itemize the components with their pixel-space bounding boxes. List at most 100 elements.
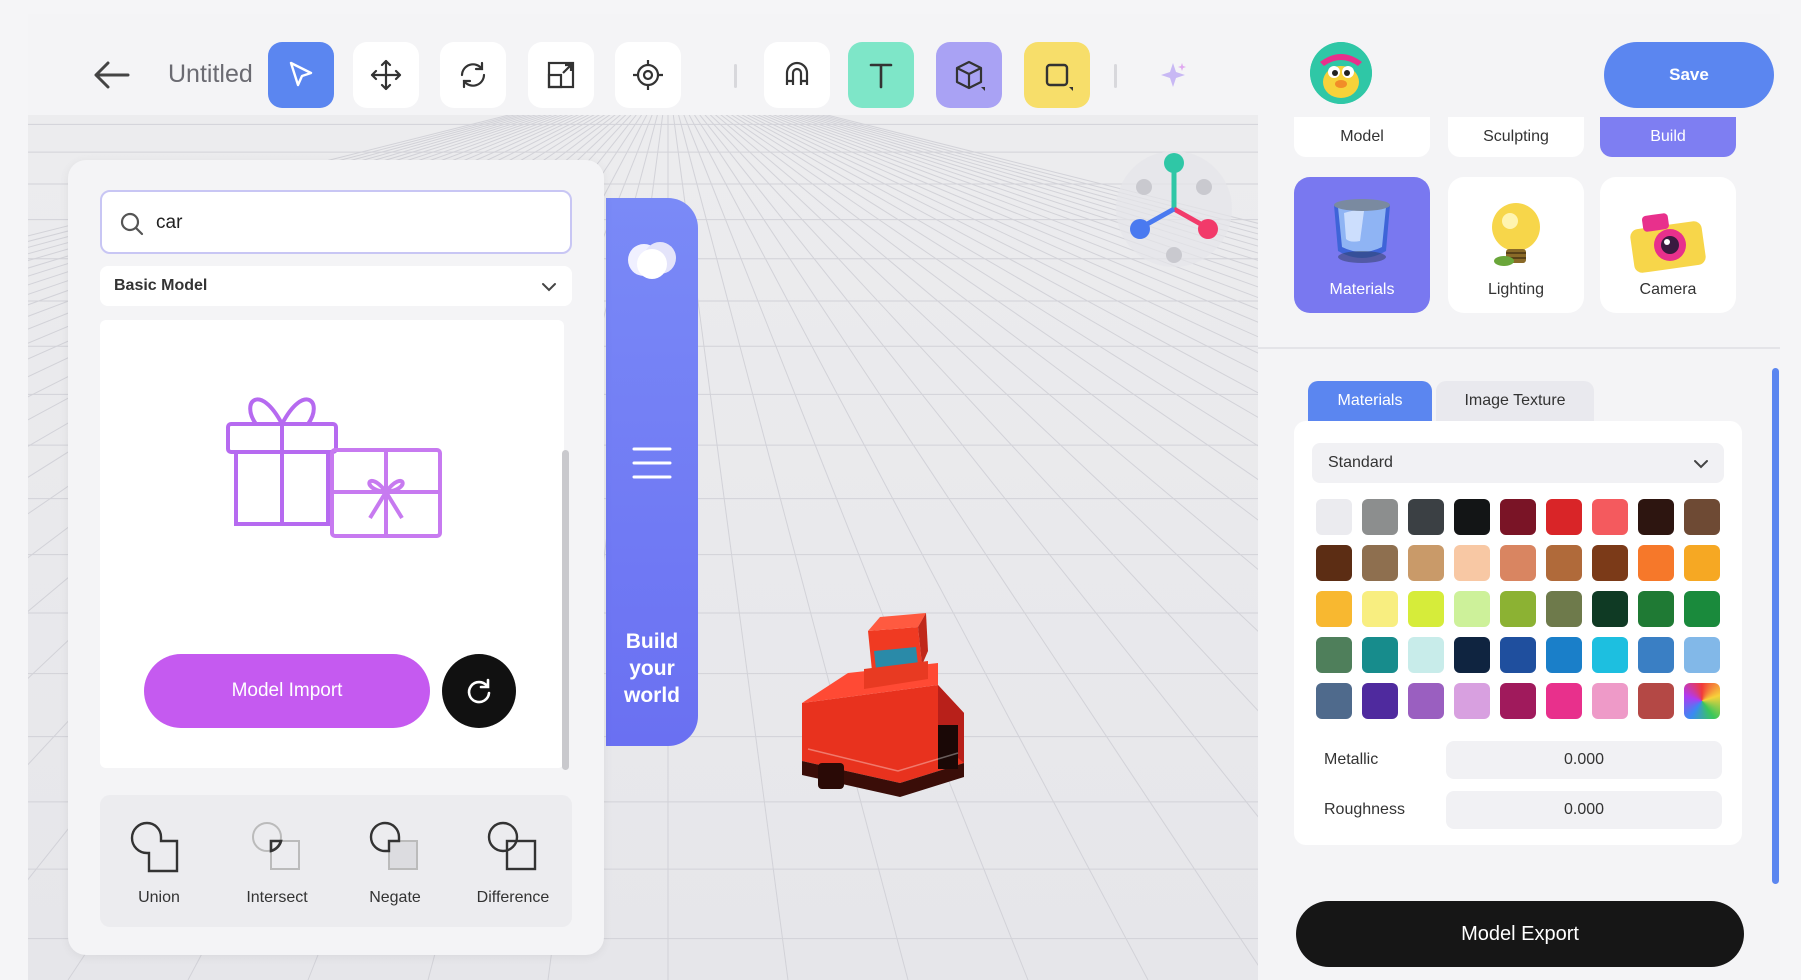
cursor-icon xyxy=(289,61,313,87)
lighting-category-label: Lighting xyxy=(1487,281,1545,298)
tab-sculpting[interactable]: Sculpting xyxy=(1448,117,1584,157)
color-swatch[interactable] xyxy=(1638,499,1674,535)
metallic-input[interactable] xyxy=(1446,741,1722,779)
color-swatch[interactable] xyxy=(1638,545,1674,581)
panel-scrollbar[interactable] xyxy=(1772,368,1779,884)
color-swatch[interactable] xyxy=(1362,545,1398,581)
build-your-world-tab[interactable]: Build your world xyxy=(606,198,698,746)
tab-image-texture[interactable]: Image Texture xyxy=(1436,381,1594,421)
intersect-button[interactable]: Intersect xyxy=(227,815,327,907)
difference-icon xyxy=(487,821,537,871)
color-swatch[interactable] xyxy=(1500,499,1536,535)
back-arrow-icon[interactable] xyxy=(90,54,132,96)
scale-button[interactable] xyxy=(528,42,594,108)
color-swatch[interactable] xyxy=(1500,683,1536,719)
metallic-label: Metallic xyxy=(1324,751,1379,768)
color-swatch[interactable] xyxy=(1546,499,1582,535)
move-arrows-icon xyxy=(370,59,402,91)
save-button[interactable]: Save xyxy=(1604,42,1774,108)
color-swatch[interactable] xyxy=(1454,545,1490,581)
search-input[interactable] xyxy=(156,204,556,242)
document-title[interactable]: Untitled xyxy=(168,60,253,89)
color-swatch[interactable] xyxy=(1638,591,1674,627)
roughness-input[interactable] xyxy=(1446,791,1722,829)
search-box[interactable] xyxy=(100,190,572,254)
union-button[interactable]: Union xyxy=(109,815,209,907)
negate-label: Negate xyxy=(369,889,421,906)
category-select-value: Basic Model xyxy=(114,277,208,294)
difference-button[interactable]: Difference xyxy=(463,815,563,907)
move-button[interactable] xyxy=(353,42,419,108)
color-swatch[interactable] xyxy=(1546,637,1582,673)
color-swatch[interactable] xyxy=(1454,637,1490,673)
color-swatch[interactable] xyxy=(1638,637,1674,673)
color-swatch[interactable] xyxy=(1408,683,1444,719)
color-swatch[interactable] xyxy=(1362,683,1398,719)
model-export-button[interactable]: Model Export xyxy=(1296,901,1744,967)
square-shape-button[interactable] xyxy=(1024,42,1090,108)
color-swatch[interactable] xyxy=(1316,637,1352,673)
negate-button[interactable]: Negate xyxy=(345,815,445,907)
cursor-select-button[interactable] xyxy=(268,42,334,108)
tab-materials[interactable]: Materials xyxy=(1308,381,1432,421)
refresh-button[interactable] xyxy=(442,654,516,728)
library-scrollbar[interactable] xyxy=(562,450,569,770)
rotate-button[interactable] xyxy=(440,42,506,108)
color-swatch[interactable] xyxy=(1454,591,1490,627)
color-swatch[interactable] xyxy=(1316,591,1352,627)
ai-magic-button[interactable] xyxy=(1140,42,1206,108)
tab-model[interactable]: Model xyxy=(1294,117,1430,157)
color-swatch[interactable] xyxy=(1500,637,1536,673)
color-swatch[interactable] xyxy=(1500,591,1536,627)
user-avatar[interactable] xyxy=(1310,42,1372,104)
toolbar-separator xyxy=(734,64,737,88)
tab-build[interactable]: Build xyxy=(1600,117,1736,157)
color-swatch[interactable] xyxy=(1592,591,1628,627)
color-swatch[interactable] xyxy=(1408,499,1444,535)
color-palette xyxy=(1316,499,1720,719)
color-swatch[interactable] xyxy=(1408,591,1444,627)
car-model[interactable] xyxy=(788,593,1008,813)
cube-shape-button[interactable] xyxy=(936,42,1002,108)
material-type-value: Standard xyxy=(1328,454,1393,471)
color-swatch[interactable] xyxy=(1546,683,1582,719)
color-swatch[interactable] xyxy=(1638,683,1674,719)
color-swatch[interactable] xyxy=(1592,499,1628,535)
color-swatch[interactable] xyxy=(1454,499,1490,535)
scale-icon xyxy=(547,61,575,89)
color-swatch[interactable] xyxy=(1592,683,1628,719)
build-tab-label: Build your world xyxy=(606,628,698,709)
color-swatch[interactable] xyxy=(1500,545,1536,581)
lighting-category-card[interactable]: Lighting xyxy=(1448,177,1584,313)
color-swatch[interactable] xyxy=(1408,637,1444,673)
color-swatch[interactable] xyxy=(1454,683,1490,719)
color-swatch[interactable] xyxy=(1362,499,1398,535)
model-category-select[interactable]: Basic Model xyxy=(100,266,572,306)
magnet-button[interactable] xyxy=(764,42,830,108)
materials-icon xyxy=(1334,199,1390,263)
color-swatch[interactable] xyxy=(1362,637,1398,673)
color-swatch[interactable] xyxy=(1684,545,1720,581)
material-type-select[interactable]: Standard xyxy=(1312,443,1724,483)
text-button[interactable] xyxy=(848,42,914,108)
camera-category-card[interactable]: Camera xyxy=(1600,177,1736,313)
color-swatch[interactable] xyxy=(1546,591,1582,627)
menu-icon[interactable] xyxy=(632,443,672,483)
color-swatch[interactable] xyxy=(1316,683,1352,719)
color-swatch[interactable] xyxy=(1362,591,1398,627)
color-swatch[interactable] xyxy=(1408,545,1444,581)
color-swatch[interactable] xyxy=(1684,499,1720,535)
materials-category-card[interactable]: Materials xyxy=(1294,177,1430,313)
color-swatch[interactable] xyxy=(1592,637,1628,673)
color-swatch[interactable] xyxy=(1592,545,1628,581)
orientation-gizmo[interactable] xyxy=(1110,145,1238,273)
color-swatch[interactable] xyxy=(1684,637,1720,673)
color-swatch[interactable] xyxy=(1684,591,1720,627)
model-import-button[interactable]: Model Import xyxy=(144,654,430,728)
custom-color-swatch[interactable] xyxy=(1684,683,1720,719)
color-swatch[interactable] xyxy=(1546,545,1582,581)
focus-button[interactable] xyxy=(615,42,681,108)
chevron-down-icon xyxy=(542,283,556,292)
color-swatch[interactable] xyxy=(1316,545,1352,581)
color-swatch[interactable] xyxy=(1316,499,1352,535)
